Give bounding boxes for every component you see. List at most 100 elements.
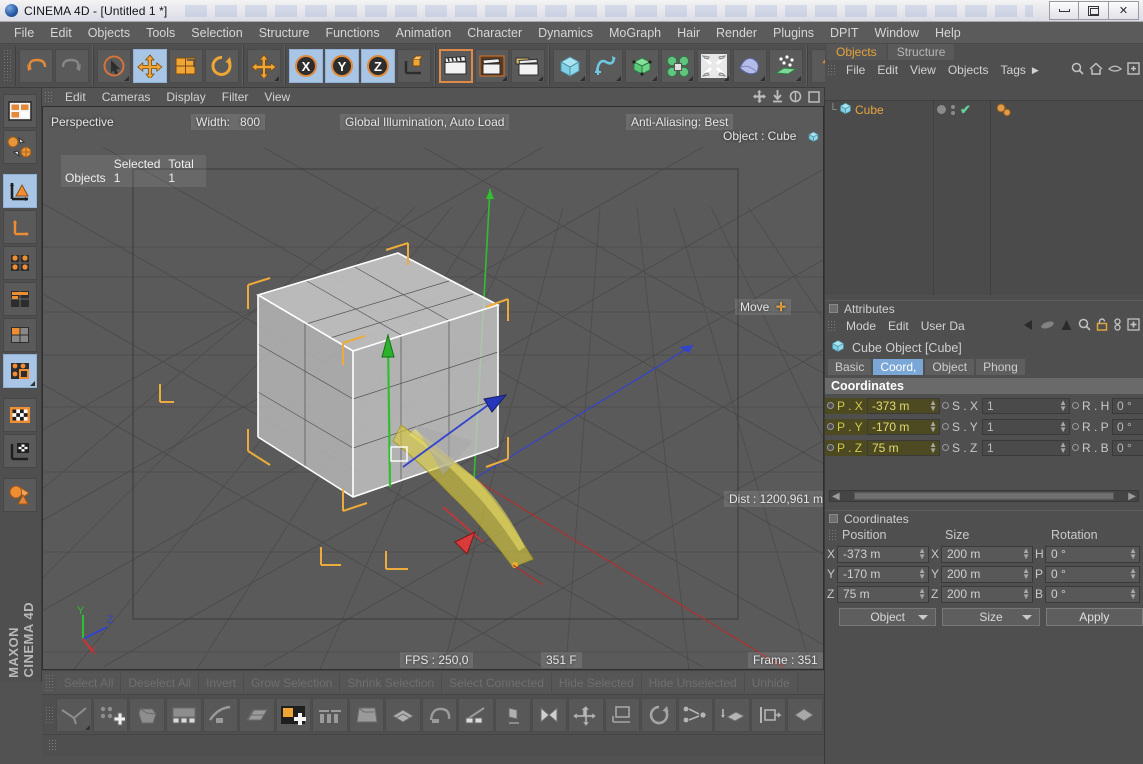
object-manager-grip[interactable] <box>827 63 836 77</box>
select-connected-button[interactable]: Select Connected <box>442 673 552 692</box>
menu-objects[interactable]: Objects <box>80 24 138 42</box>
coordinate-system-button[interactable] <box>397 48 431 83</box>
set-point-value-button[interactable] <box>641 697 677 732</box>
attr-rb-radio[interactable] <box>1072 444 1079 451</box>
search-icon[interactable] <box>1071 62 1084 78</box>
viewport-menu-view[interactable]: View <box>256 89 298 105</box>
normal-move-button[interactable] <box>494 697 531 732</box>
minimize-button[interactable] <box>1049 1 1079 20</box>
attr-rh-field[interactable]: 0 ° <box>1112 397 1143 414</box>
weld-button[interactable] <box>714 697 750 732</box>
deformer-button[interactable] <box>697 48 731 83</box>
live-selection-button[interactable] <box>97 48 131 83</box>
rot-h-spinner[interactable]: ▲ ▼ <box>1129 547 1137 561</box>
menu-plugins[interactable]: Plugins <box>765 24 822 42</box>
rot-b-spinner[interactable]: ▲ ▼ <box>1129 587 1137 601</box>
z-axis-lock-button[interactable]: Z <box>361 48 395 83</box>
menu-window[interactable]: Window <box>867 24 927 42</box>
move-down-button[interactable] <box>604 697 641 732</box>
viewport-menu-display[interactable]: Display <box>158 89 213 105</box>
rotate-tool-button[interactable] <box>205 48 239 83</box>
attr-px-radio[interactable] <box>827 402 834 409</box>
fullscreen-icon[interactable] <box>1127 62 1140 78</box>
rot-p-field[interactable]: 0 ° ▲ ▼ <box>1045 565 1140 583</box>
x-axis-lock-button[interactable]: X <box>289 48 323 83</box>
back-arrow-icon[interactable] <box>1022 319 1035 334</box>
home-icon[interactable] <box>1089 62 1103 78</box>
menu-dpit[interactable]: DPIT <box>822 24 866 42</box>
om-menu-tags-arrow[interactable]: ▶ <box>1032 65 1045 76</box>
attr-sz-radio[interactable] <box>942 444 949 451</box>
attr-sx-radio[interactable] <box>942 402 949 409</box>
attr-menu-edit[interactable]: Edit <box>882 319 915 333</box>
scale-tool-button[interactable] <box>169 48 203 83</box>
size-x-field[interactable]: 200 m ▲ ▼ <box>941 545 1033 563</box>
attr-pz-spinner[interactable]: ▲ ▼ <box>929 440 937 454</box>
tab-structure[interactable]: Structure <box>887 44 955 60</box>
rotate-edge-button[interactable] <box>677 697 714 732</box>
make-editable-button[interactable] <box>3 94 37 128</box>
object-manager-list[interactable]: └ Cube ✔ <box>825 100 1143 295</box>
texture-axis-button[interactable] <box>3 434 37 468</box>
grow-selection-button[interactable]: Grow Selection <box>244 673 341 692</box>
tab-objects[interactable]: Objects <box>827 44 886 60</box>
shrink-selection-button[interactable]: Shrink Selection <box>340 673 443 692</box>
attr-tab-coord[interactable]: Coord, <box>873 359 924 375</box>
split-button[interactable] <box>787 697 823 732</box>
pan-icon[interactable] <box>753 90 766 106</box>
hide-selected-button[interactable]: Hide Selected <box>551 673 642 692</box>
menu-functions[interactable]: Functions <box>317 24 387 42</box>
attr-py-radio[interactable] <box>827 423 834 430</box>
move-tool-button[interactable] <box>133 48 167 83</box>
attr-menu-mode[interactable]: Mode <box>840 319 882 333</box>
om-menu-tags[interactable]: Tags <box>995 63 1032 77</box>
point-mode-button[interactable] <box>3 246 37 280</box>
attr-px-spinner[interactable]: ▲ ▼ <box>929 398 937 412</box>
up-arrow-icon[interactable] <box>1060 319 1073 334</box>
pos-x-field[interactable]: -373 m ▲ ▼ <box>837 545 929 563</box>
attr-rh-radio[interactable] <box>1072 402 1079 409</box>
size-mode-select[interactable]: Size <box>942 608 1040 626</box>
pos-y-field[interactable]: -170 m ▲ ▼ <box>837 565 929 583</box>
magnet-tool-button[interactable] <box>421 697 458 732</box>
pill-icon[interactable] <box>1040 319 1055 334</box>
polygon-mode-button[interactable] <box>3 318 37 352</box>
attr-sz-field[interactable]: 1 ▲ ▼ <box>982 439 1070 456</box>
attr-sy-spinner[interactable]: ▲ ▼ <box>1059 419 1067 433</box>
knife-tool-button[interactable] <box>56 697 92 732</box>
add-points-button[interactable] <box>92 697 129 732</box>
model-object-mode-button[interactable] <box>3 130 37 164</box>
object-enabled-check-icon[interactable]: ✔ <box>960 102 971 118</box>
attr-py-field[interactable]: -170 m ▲ ▼ <box>867 418 940 435</box>
edge-mode-button[interactable] <box>3 282 37 316</box>
texture-tool-button[interactable] <box>3 398 37 432</box>
viewport-menu-edit[interactable]: Edit <box>57 89 94 105</box>
viewport-solo-button[interactable] <box>3 478 37 512</box>
maximize-view-icon[interactable] <box>808 90 820 106</box>
object-list-item-cube[interactable]: └ Cube ✔ <box>825 101 1143 118</box>
primitive-cube-button[interactable] <box>553 48 587 83</box>
unhide-button[interactable]: Unhide <box>744 673 798 692</box>
pos-z-field[interactable]: 75 m ▲ ▼ <box>837 585 929 603</box>
visibility-editor-dot-icon[interactable] <box>937 105 946 114</box>
panel-collapse-icon[interactable] <box>829 304 838 313</box>
viewport-3d[interactable]: Perspective Width: 800 Global Illuminati… <box>42 106 824 670</box>
normal-scale-button[interactable] <box>531 697 568 732</box>
render-region-button[interactable] <box>475 48 509 83</box>
extrude-inner-button[interactable] <box>312 697 348 732</box>
pos-x-spinner[interactable]: ▲ ▼ <box>918 547 926 561</box>
scene-object-button[interactable] <box>733 48 767 83</box>
rot-p-spinner[interactable]: ▲ ▼ <box>1129 567 1137 581</box>
size-y-field[interactable]: 200 m ▲ ▼ <box>941 565 1033 583</box>
undo-button[interactable] <box>19 48 53 83</box>
attributes-horizontal-scrollbar[interactable]: ◀ ▶ <box>829 490 1139 502</box>
om-menu-view[interactable]: View <box>904 63 942 77</box>
attr-menu-userdata[interactable]: User Da <box>915 319 971 333</box>
attr-sy-radio[interactable] <box>942 423 949 430</box>
subdivide-button[interactable] <box>750 697 787 732</box>
scroll-thumb[interactable] <box>853 492 1115 500</box>
rotate-view-icon[interactable] <box>789 90 802 106</box>
redo-button[interactable] <box>55 48 89 83</box>
link-icon[interactable] <box>1113 318 1122 334</box>
size-z-spinner[interactable]: ▲ ▼ <box>1022 587 1030 601</box>
